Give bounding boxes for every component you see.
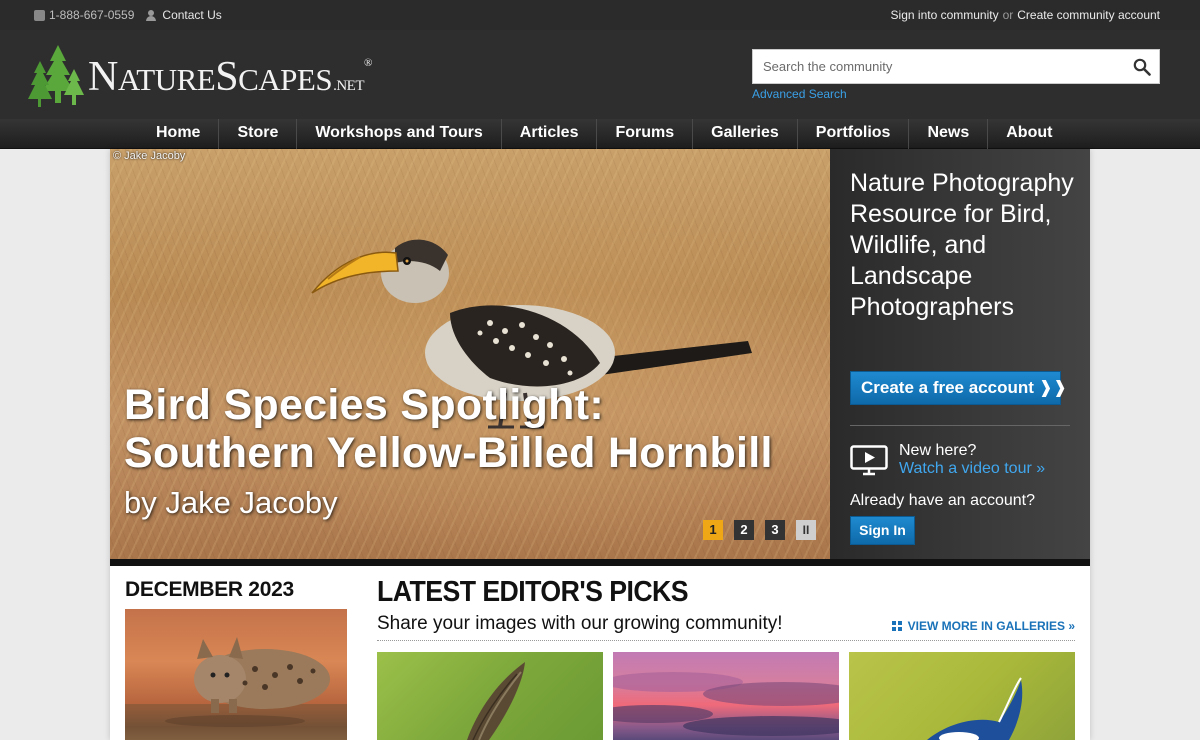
- hummingbird-wing-image: [467, 662, 525, 740]
- tree-logo-icon: [28, 45, 84, 107]
- new-here-text: New here?: [899, 442, 977, 459]
- site-header: NATURESCAPES.NET® Advanced Search: [0, 30, 1200, 119]
- account-links: Sign into community or Create community ac…: [891, 8, 1160, 22]
- section-divider: [377, 640, 1075, 641]
- monthly-feature-heading: DECEMBER 2023: [125, 578, 294, 601]
- nav-item-home[interactable]: Home: [138, 119, 218, 149]
- hero-title[interactable]: Bird Species Spotlight: Southern Yellow-…: [124, 381, 773, 477]
- main-nav: Home Store Workshops and Tours Articles …: [0, 119, 1200, 149]
- pause-button[interactable]: II: [796, 520, 816, 540]
- phone-icon: [34, 9, 45, 21]
- slide-pager: 1 2 3 II: [703, 520, 816, 540]
- editors-pick-thumbnail-3[interactable]: [849, 652, 1075, 740]
- already-have-account-text: Already have an account?: [850, 492, 1036, 509]
- search-box: [752, 49, 1160, 84]
- hero-byline: by Jake Jacoby: [124, 485, 338, 520]
- nav-item-workshops[interactable]: Workshops and Tours: [296, 119, 500, 149]
- phone-number: 1-888-667-0559: [49, 8, 135, 22]
- panel-divider: [850, 425, 1070, 426]
- hero-bottom-bar: [110, 559, 1090, 566]
- swallow-image: [927, 677, 1023, 740]
- create-free-account-button[interactable]: Create a free account ❱❱: [850, 371, 1067, 405]
- page-container: © Jake Jacoby Bird Species Spotlight: So…: [110, 149, 1090, 740]
- editors-pick-thumbnail-1[interactable]: [377, 652, 603, 740]
- sign-into-community-link[interactable]: Sign into community: [891, 8, 999, 22]
- nav-item-news[interactable]: News: [908, 119, 987, 149]
- contact-info: 1-888-667-0559 Contact Us: [34, 8, 222, 22]
- site-logo[interactable]: NATURESCAPES.NET®: [26, 43, 406, 109]
- person-icon: [146, 9, 157, 21]
- nav-item-articles[interactable]: Articles: [500, 119, 597, 149]
- bobcat-photo[interactable]: [125, 609, 347, 740]
- advanced-search-link[interactable]: Advanced Search: [752, 87, 847, 101]
- editors-pick-thumbnail-2[interactable]: [613, 652, 839, 740]
- search-input[interactable]: [753, 50, 1123, 83]
- view-more-label: VIEW MORE IN GALLERIES »: [907, 619, 1075, 633]
- contact-us-link[interactable]: Contact Us: [162, 8, 221, 22]
- photo-credit: © Jake Jacoby: [113, 150, 186, 162]
- signup-panel: Nature Photography Resource for Bird, Wi…: [830, 149, 1090, 559]
- grid-icon: [891, 621, 902, 631]
- nav-item-store[interactable]: Store: [218, 119, 296, 149]
- nav-item-portfolios[interactable]: Portfolios: [796, 119, 909, 149]
- nav-item-about[interactable]: About: [987, 119, 1070, 149]
- create-account-link[interactable]: Create community account: [1017, 8, 1160, 22]
- nav-item-galleries[interactable]: Galleries: [692, 119, 797, 149]
- logo-wordmark: NATURESCAPES.NET®: [88, 54, 372, 100]
- watch-video-tour-link[interactable]: Watch a video tour »: [899, 460, 1045, 478]
- video-play-icon[interactable]: [850, 445, 888, 477]
- editors-picks-heading: LATEST EDITOR'S PICKS: [377, 576, 689, 608]
- panel-headline: Nature Photography Resource for Bird, Wi…: [850, 169, 1074, 321]
- hero-title-line-1: Bird Species Spotlight:: [124, 381, 604, 429]
- slide-button-3[interactable]: 3: [765, 520, 785, 540]
- bobcat-image: [125, 637, 347, 740]
- slide-button-1[interactable]: 1: [703, 520, 723, 540]
- hero-slider[interactable]: © Jake Jacoby Bird Species Spotlight: So…: [110, 149, 830, 559]
- sign-in-button[interactable]: Sign In: [850, 516, 915, 545]
- hero-title-line-2: Southern Yellow-Billed Hornbill: [124, 429, 773, 477]
- or-text: or: [1002, 8, 1014, 22]
- sunset-clouds-image: [613, 672, 839, 736]
- view-more-galleries-link[interactable]: VIEW MORE IN GALLERIES »: [891, 619, 1075, 633]
- editors-picks-subheading: Share your images with our growing commu…: [377, 613, 783, 634]
- slide-button-2[interactable]: 2: [734, 520, 754, 540]
- nav-item-forums[interactable]: Forums: [596, 119, 692, 149]
- top-utility-bar: 1-888-667-0559 Contact Us Sign into comm…: [0, 0, 1200, 30]
- search-icon[interactable]: [1133, 58, 1151, 76]
